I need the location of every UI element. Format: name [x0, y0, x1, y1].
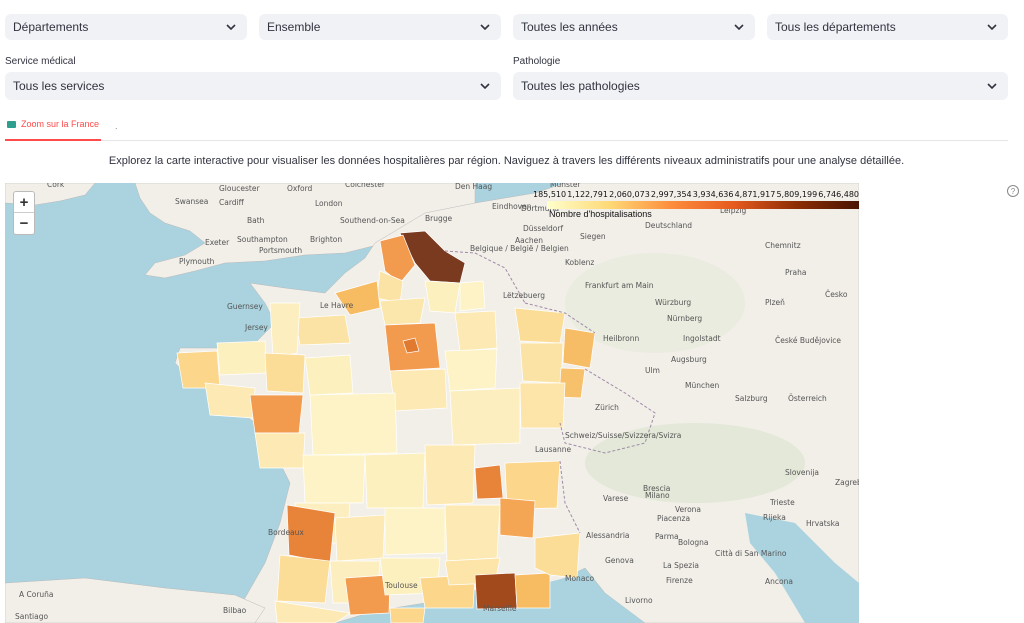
map-legend: 185,510 1,122,791 2,060,073 2,997,354 3,… [533, 185, 859, 219]
dept-cotes-armor [216, 340, 268, 376]
level-select[interactable]: Départements [5, 14, 247, 40]
dept-oise [379, 297, 426, 326]
dept-vosges [519, 342, 564, 384]
department-select-value: Tous les départements [775, 20, 896, 34]
tab-bar: Zoom sur la France . [5, 113, 1008, 141]
dept-alpes-maritimes [534, 532, 581, 579]
dept-marne [454, 310, 498, 352]
level-select-value: Départements [13, 20, 89, 34]
year-select[interactable]: Toutes les années [513, 14, 755, 40]
chevron-down-icon [986, 21, 998, 33]
dept-loire-atlantique [249, 394, 304, 434]
dept-centre [309, 392, 398, 456]
dept-ardeche [444, 504, 501, 562]
map-canvas[interactable] [5, 183, 859, 623]
dept-calvados [294, 314, 351, 346]
population-select[interactable]: Ensemble [259, 14, 501, 40]
population-select-value: Ensemble [267, 20, 321, 34]
legend-tick: 4,871,917 [734, 190, 776, 199]
legend-tick: 5,809,199 [776, 190, 818, 199]
dept-bouches-du-rhone [474, 572, 518, 610]
chevron-down-icon [986, 80, 998, 92]
dept-lot [384, 507, 446, 556]
legend-tick: 1,122,791 [567, 190, 608, 199]
legend-tick: 3,934,636 [692, 190, 734, 199]
dept-isere [499, 497, 536, 539]
dept-moselle [514, 307, 566, 344]
legend-tick: 185,510 [533, 190, 567, 199]
pathology-select[interactable]: Toutes les pathologies [513, 72, 1008, 100]
legend-tick: 6,746,480 [818, 190, 859, 199]
legend-title: Nombre d'hospitalisations [549, 209, 652, 219]
iberia-land [5, 577, 266, 623]
dept-bas-rhin [562, 327, 596, 369]
dept-loiret [389, 368, 448, 412]
chevron-down-icon [225, 21, 237, 33]
dept-aube [444, 348, 498, 392]
dept-landes [276, 554, 331, 604]
chevron-down-icon [479, 80, 491, 92]
dept-rhone [474, 464, 504, 500]
dept-ardennes [459, 280, 486, 312]
legend-tick: 2,060,073 [609, 190, 650, 199]
dept-morbihan [204, 382, 256, 419]
chevron-down-icon [479, 21, 491, 33]
description-text: Explorez la carte interactive pour visua… [108, 155, 905, 167]
zoom-in-button[interactable]: + [14, 192, 34, 213]
dept-dordogne [334, 514, 386, 562]
zoom-control: + − [13, 191, 35, 235]
dept-sarthe [304, 354, 354, 396]
alps-relief [585, 423, 805, 503]
tab-zoom-france[interactable]: Zoom sur la France [5, 119, 102, 141]
department-select[interactable]: Tous les départements [767, 14, 1008, 40]
dept-aisne [424, 280, 461, 314]
choropleth-map[interactable]: + − 185,510 1,122,791 2,060,073 2,997,35… [5, 183, 859, 623]
dept-manche [269, 302, 301, 359]
legend-tick: 2,997,354 [650, 190, 692, 199]
tab-zoom-france-label: Zoom sur la France [21, 119, 100, 129]
legend-color-scale [547, 201, 859, 209]
legend-ticks: 185,510 1,122,791 2,060,073 2,997,354 3,… [533, 190, 859, 199]
dept-doubs [519, 382, 566, 429]
year-select-value: Toutes les années [521, 20, 618, 34]
help-icon[interactable]: ? [1007, 185, 1019, 197]
dept-vendee [254, 432, 306, 469]
dept-ille-vilaine [264, 352, 306, 394]
service-label: Service médical [5, 56, 76, 67]
dept-poitou [302, 454, 366, 504]
dept-auvergne [424, 444, 476, 506]
dept-limousin [364, 452, 426, 509]
service-select-value: Tous les services [13, 79, 105, 93]
pathology-label: Pathologie [513, 56, 561, 67]
pathology-select-value: Toutes les pathologies [521, 79, 640, 93]
dept-finistere [176, 350, 221, 389]
dept-burgundy [449, 387, 521, 446]
chevron-down-icon [733, 21, 745, 33]
map-icon [7, 121, 16, 128]
dept-pyrenees-orientales [389, 607, 426, 623]
zoom-out-button[interactable]: − [14, 213, 34, 234]
dept-gironde [286, 504, 336, 564]
tab-extra: . [115, 121, 118, 131]
service-select[interactable]: Tous les services [5, 72, 501, 100]
dept-var [514, 572, 551, 609]
